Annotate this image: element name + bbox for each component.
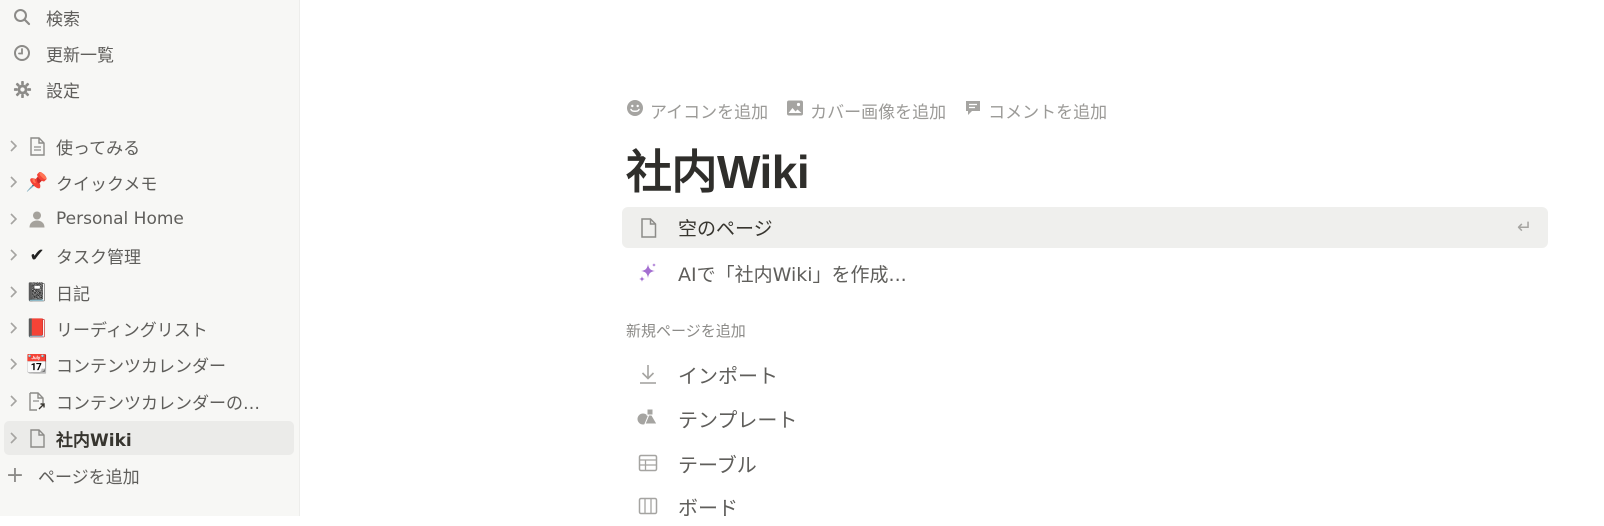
enter-key-icon: ↵: [1516, 217, 1532, 238]
new-page-section-label: 新規ページを追加: [626, 322, 746, 340]
add-icon-button[interactable]: アイコンを追加: [626, 98, 768, 123]
sidebar-page-company-wiki[interactable]: 社内Wiki: [4, 421, 294, 455]
page-actions: アイコンを追加 カバー画像を追加 コメントを追加: [626, 98, 1107, 123]
sparkle-icon: [636, 262, 660, 284]
sidebar-page-task[interactable]: ✔ タスク管理: [4, 238, 294, 272]
page-title[interactable]: 社内Wiki: [626, 136, 810, 202]
board-option[interactable]: ボード: [622, 486, 738, 526]
shapes-icon: [636, 408, 660, 428]
add-cover-button[interactable]: カバー画像を追加: [786, 98, 946, 123]
chevron-right-icon[interactable]: [6, 322, 20, 334]
sidebar-page-content-calendar-linked[interactable]: コンテンツカレンダーの…: [4, 384, 294, 418]
sidebar-page-reading-list[interactable]: 📕 リーディングリスト: [4, 311, 294, 345]
import-option[interactable]: インポート: [622, 354, 778, 394]
calendar-icon: 📆: [25, 353, 49, 375]
plus-icon: +: [5, 462, 25, 488]
empty-page-option[interactable]: 空のページ ↵: [622, 207, 1548, 248]
add-icon-label: アイコンを追加: [650, 103, 769, 123]
sidebar-search[interactable]: 検索: [4, 1, 294, 33]
page-label: Personal Home: [56, 209, 184, 229]
ai-create-label: AIで「社内Wiki」を作成...: [678, 263, 907, 286]
page-label: リーディングリスト: [56, 320, 208, 341]
sidebar-page-content-calendar[interactable]: 📆 コンテンツカレンダー: [4, 347, 294, 381]
add-comment-label: コメントを追加: [988, 103, 1108, 123]
board-label: ボード: [678, 495, 738, 520]
chevron-right-icon[interactable]: [6, 140, 20, 152]
image-icon: [786, 99, 804, 122]
chevron-right-icon[interactable]: [6, 213, 20, 225]
sidebar-search-label: 検索: [46, 9, 80, 30]
gear-icon: [8, 80, 36, 99]
add-comment-button[interactable]: コメントを追加: [964, 98, 1107, 123]
page-label: コンテンツカレンダー: [56, 356, 226, 377]
comment-icon: [964, 99, 982, 122]
page-label: タスク管理: [56, 247, 141, 268]
chevron-right-icon[interactable]: [6, 432, 20, 444]
sidebar-updates[interactable]: 更新一覧: [4, 37, 294, 69]
sidebar-page-diary[interactable]: 📓 日記: [4, 275, 294, 309]
template-option[interactable]: テンプレート: [622, 398, 797, 438]
sidebar-updates-label: 更新一覧: [46, 45, 114, 66]
table-label: テーブル: [678, 452, 757, 477]
ai-create-option[interactable]: AIで「社内Wiki」を作成...: [622, 254, 907, 292]
download-icon: [636, 363, 660, 385]
add-cover-label: カバー画像を追加: [810, 103, 947, 123]
empty-page-label: 空のページ: [678, 218, 773, 240]
page-label: コンテンツカレンダーの…: [56, 393, 260, 414]
linked-document-icon: [24, 391, 50, 411]
sidebar-settings[interactable]: 設定: [4, 73, 294, 105]
main-content: アイコンを追加 カバー画像を追加 コメントを追加 社内Wiki 空のページ ↵ …: [300, 0, 1604, 520]
import-label: インポート: [678, 363, 778, 388]
add-page-label: ページを追加: [38, 467, 140, 488]
sidebar-page-personal-home[interactable]: Personal Home: [4, 202, 294, 236]
checkmark-icon: ✔: [29, 244, 45, 266]
notebook-icon: 📓: [25, 281, 49, 303]
pushpin-icon: 📌: [25, 171, 49, 193]
page-label: 社内Wiki: [56, 430, 132, 451]
document-icon: [24, 428, 50, 448]
sidebar-page-quick-memo[interactable]: 📌 クイックメモ: [4, 165, 294, 199]
table-icon: [636, 454, 660, 472]
search-icon: [8, 8, 36, 26]
sidebar-settings-label: 設定: [46, 81, 80, 102]
page-label: クイックメモ: [56, 174, 158, 195]
chevron-right-icon[interactable]: [6, 395, 20, 407]
chevron-right-icon[interactable]: [6, 286, 20, 298]
page-label: 使ってみる: [56, 138, 141, 159]
document-icon: [24, 136, 50, 156]
chevron-right-icon[interactable]: [6, 176, 20, 188]
book-icon: 📕: [25, 317, 49, 339]
page-label: 日記: [56, 284, 90, 305]
clock-icon: [8, 44, 36, 62]
table-option[interactable]: テーブル: [622, 443, 757, 483]
sidebar-page-tsukattemiru[interactable]: 使ってみる: [4, 129, 294, 163]
chevron-right-icon[interactable]: [6, 249, 20, 261]
document-icon: [636, 217, 660, 238]
smiley-icon: [626, 99, 644, 122]
template-label: テンプレート: [678, 407, 798, 432]
sidebar: 検索 更新一覧 設定 使ってみる 📌 クイックメモ Personal Home …: [0, 0, 300, 516]
add-page-button[interactable]: + ページを追加: [4, 459, 294, 491]
person-icon: [24, 210, 50, 228]
chevron-right-icon[interactable]: [6, 358, 20, 370]
board-icon: [636, 497, 660, 515]
